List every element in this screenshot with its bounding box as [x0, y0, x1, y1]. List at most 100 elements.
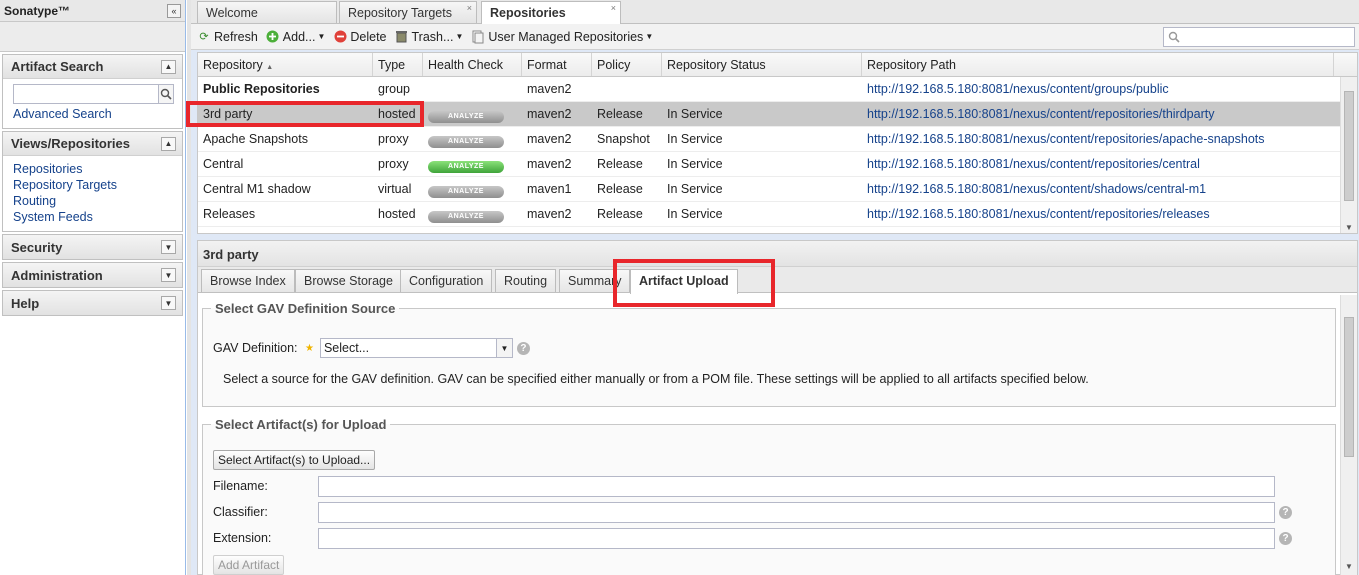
delete-button[interactable]: Delete: [333, 30, 387, 44]
repo-policy: Release: [597, 107, 643, 121]
collapse-up-icon[interactable]: ▲: [161, 136, 176, 151]
repo-format: maven2: [527, 107, 572, 121]
table-row[interactable]: Public Repositories group maven2 http://…: [198, 77, 1357, 102]
artifact-search-title: Artifact Search: [11, 59, 104, 74]
search-icon[interactable]: [159, 84, 174, 104]
repo-name: Central M1 shadow: [203, 182, 311, 196]
repo-path-link[interactable]: http://192.168.5.180:8081/nexus/content/…: [862, 177, 1334, 201]
artifact-search-header[interactable]: Artifact Search ▲: [3, 55, 182, 79]
add-artifact-button[interactable]: Add Artifact: [213, 555, 285, 575]
extension-field[interactable]: [318, 528, 1275, 549]
help-header[interactable]: Help ▼: [3, 291, 182, 315]
collapse-up-icon[interactable]: ▲: [161, 59, 176, 74]
expand-down-icon[interactable]: ▼: [161, 268, 176, 282]
nav-repositories-link[interactable]: Repositories: [13, 161, 174, 177]
expand-down-icon[interactable]: ▼: [161, 296, 176, 310]
views-repositories-header[interactable]: Views/Repositories ▲: [3, 132, 182, 156]
artifact-upload-legend: Select Artifact(s) for Upload: [215, 417, 387, 432]
tab-browse-index[interactable]: Browse Index: [201, 269, 295, 292]
analyze-button[interactable]: ANALYZE: [428, 161, 504, 173]
select-artifacts-button[interactable]: Select Artifact(s) to Upload...: [213, 450, 376, 470]
classifier-field[interactable]: [318, 502, 1275, 523]
close-icon[interactable]: ×: [611, 3, 616, 13]
filename-field[interactable]: [318, 476, 1275, 497]
repo-status: In Service: [667, 157, 723, 171]
repo-path-link[interactable]: http://192.168.5.180:8081/nexus/content/…: [862, 77, 1334, 101]
extension-row: Extension:: [213, 531, 271, 545]
scrollbar-thumb[interactable]: [1344, 91, 1354, 201]
col-header-type[interactable]: Type: [373, 53, 423, 76]
analyze-button[interactable]: ANALYZE: [428, 186, 504, 198]
detail-title: 3rd party: [198, 241, 1357, 267]
col-header-repository-status[interactable]: Repository Status: [662, 53, 862, 76]
user-managed-repositories-button[interactable]: User Managed Repositories ▼: [471, 30, 653, 44]
refresh-button[interactable]: ⟳ Refresh: [197, 30, 257, 44]
table-row[interactable]: Central M1 shadow virtual ANALYZE maven1…: [198, 177, 1357, 202]
expand-down-icon[interactable]: ▼: [161, 240, 176, 254]
nav-repository-targets-link[interactable]: Repository Targets: [13, 177, 174, 193]
repo-path-link[interactable]: http://192.168.5.180:8081/nexus/content/…: [862, 102, 1334, 126]
gav-definition-select[interactable]: Select... ▼: [319, 338, 513, 358]
table-row[interactable]: Releases hosted ANALYZE maven2 Release I…: [198, 202, 1357, 227]
add-button[interactable]: Add... ▼: [266, 30, 325, 44]
delete-icon: [333, 30, 347, 44]
repo-status: In Service: [667, 107, 723, 121]
tab-label: Welcome: [206, 6, 258, 20]
security-title: Security: [11, 239, 63, 255]
scroll-down-icon[interactable]: ▼: [1345, 223, 1353, 232]
col-header-policy[interactable]: Policy: [592, 53, 662, 76]
grid-filter-input[interactable]: [1163, 27, 1355, 47]
trash-icon: [395, 30, 409, 44]
repo-status: In Service: [667, 132, 723, 146]
required-star-icon: ★: [305, 342, 314, 354]
repositories-toolbar: ⟳ Refresh Add... ▼ Delete Trash... ▼ Use…: [191, 24, 1359, 50]
detail-scrollbar[interactable]: ▼: [1340, 295, 1357, 575]
security-header[interactable]: Security ▼: [3, 235, 182, 259]
close-icon[interactable]: ×: [467, 3, 472, 13]
table-row[interactable]: 3rd party hosted ANALYZE maven2 Release …: [198, 102, 1357, 127]
col-header-format[interactable]: Format: [522, 53, 592, 76]
administration-header[interactable]: Administration ▼: [3, 263, 182, 287]
col-header-health-check[interactable]: Health Check: [423, 53, 522, 76]
chevron-down-icon: ▼: [645, 32, 654, 41]
table-row[interactable]: Central proxy ANALYZE maven2 Release In …: [198, 152, 1357, 177]
repo-status: In Service: [667, 182, 723, 196]
analyze-button[interactable]: ANALYZE: [428, 111, 504, 123]
artifact-search-input[interactable]: [13, 84, 159, 104]
trash-label: Trash...: [411, 29, 454, 44]
trash-button[interactable]: Trash... ▼: [395, 29, 463, 44]
health-check-cell: ANALYZE: [423, 202, 522, 226]
nav-routing-link[interactable]: Routing: [13, 193, 174, 209]
repo-path-link[interactable]: http://192.168.5.180:8081/nexus/content/…: [862, 152, 1334, 176]
advanced-search-link[interactable]: Advanced Search: [13, 106, 174, 122]
help-icon[interactable]: ?: [1279, 532, 1292, 545]
help-icon[interactable]: ?: [1279, 506, 1292, 519]
tab-routing[interactable]: Routing: [495, 269, 557, 292]
repo-path-link[interactable]: http://192.168.5.180:8081/nexus/content/…: [862, 127, 1334, 151]
col-header-repository[interactable]: Repository ▲: [198, 53, 373, 76]
tab-repositories[interactable]: Repositories ×: [481, 1, 621, 25]
tab-browse-storage[interactable]: Browse Storage: [295, 269, 402, 292]
analyze-button[interactable]: ANALYZE: [428, 211, 504, 223]
tab-configuration[interactable]: Configuration: [400, 269, 493, 292]
nav-system-feeds-link[interactable]: System Feeds: [13, 209, 174, 225]
tab-artifact-upload[interactable]: Artifact Upload: [630, 269, 738, 294]
tab-repository-targets[interactable]: Repository Targets ×: [339, 1, 477, 23]
repo-name: Public Repositories: [203, 82, 320, 96]
grid-scrollbar[interactable]: ▼: [1340, 77, 1357, 233]
analyze-button[interactable]: ANALYZE: [428, 136, 504, 148]
col-header-repository-path[interactable]: Repository Path: [862, 53, 1334, 76]
administration-panel: Administration ▼: [2, 262, 183, 288]
classifier-label: Classifier:: [213, 505, 268, 519]
scrollbar-thumb[interactable]: [1344, 317, 1354, 457]
help-icon[interactable]: ?: [516, 341, 530, 355]
repo-path-link[interactable]: http://192.168.5.180:8081/nexus/content/…: [862, 202, 1334, 226]
tab-welcome[interactable]: Welcome: [197, 1, 337, 23]
collapse-sidebar-icon[interactable]: «: [167, 3, 181, 18]
tab-summary[interactable]: Summary: [559, 269, 631, 292]
table-row[interactable]: Apache Snapshots proxy ANALYZE maven2 Sn…: [198, 127, 1357, 152]
views-repositories-title: Views/Repositories: [11, 136, 130, 151]
scroll-down-icon[interactable]: ▼: [1345, 562, 1353, 571]
repo-format: maven2: [527, 82, 572, 96]
repo-name: Releases: [203, 207, 256, 221]
